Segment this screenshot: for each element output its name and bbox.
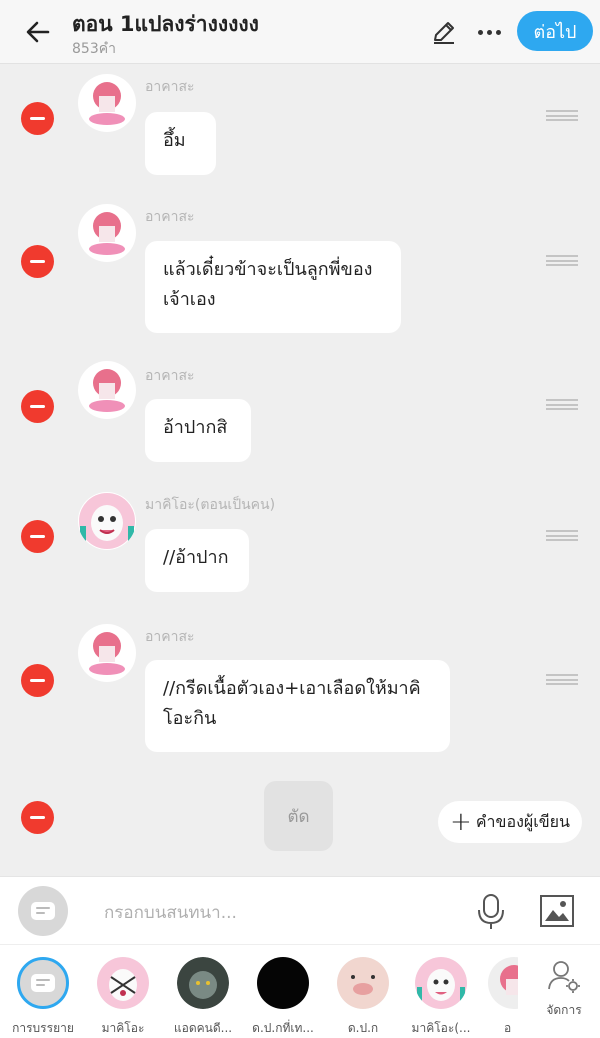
drag-handle[interactable]	[546, 530, 578, 541]
character-item[interactable]: อ	[488, 957, 518, 1038]
character-item[interactable]: ด.ป.ก	[330, 957, 396, 1038]
remove-message-button[interactable]	[21, 102, 54, 135]
author-note-button[interactable]: + คำของผู้เขียน	[438, 801, 582, 843]
character-bar: การบรรยาย มาคิโอะ แอดคนดี... ด.ป.กที่เท.…	[0, 944, 600, 1038]
akaza-avatar	[78, 204, 136, 262]
character-label: ด.ป.กที่เท...	[252, 1021, 314, 1035]
manage-characters-button[interactable]: จัดการ	[536, 959, 592, 1020]
manage-label: จัดการ	[546, 1003, 582, 1017]
character-narration[interactable]: การบรรยาย	[10, 957, 76, 1038]
character-label: อ	[504, 1021, 512, 1035]
back-button[interactable]	[20, 14, 56, 50]
cut-button[interactable]: ตัด	[264, 781, 333, 851]
drag-handle[interactable]	[546, 255, 578, 266]
next-button[interactable]: ต่อไป	[517, 11, 593, 51]
remove-message-button[interactable]	[21, 390, 54, 423]
message-bubble[interactable]: //กรีดเนื้อตัวเอง+เอาเลือดให้มาคิโอะกิน	[145, 660, 450, 752]
message-bubble[interactable]: อ้าปากสิ	[145, 399, 251, 462]
character-avatar	[415, 957, 467, 1009]
narration-toggle-button[interactable]	[18, 886, 68, 936]
more-button[interactable]	[472, 18, 506, 46]
character-item[interactable]: แอดคนดี...	[170, 957, 236, 1038]
image-icon	[540, 895, 574, 927]
top-bar: ตอน 1แปลงร่างงงงง 853คำ ต่อไป	[0, 0, 600, 64]
remove-message-button[interactable]	[21, 664, 54, 697]
message-bubble[interactable]: แล้วเดี๋ยวข้าจะเป็นลูกพี่ของเจ้าเอง	[145, 241, 401, 333]
message-input[interactable]: กรอกบนสนทนา...	[104, 899, 237, 926]
word-count: 853คำ	[72, 41, 116, 57]
character-item[interactable]: มาคิโอะ	[90, 957, 156, 1038]
message-bubble[interactable]: //อ้าปาก	[145, 529, 249, 592]
message-bubble[interactable]: อึ้ม	[145, 112, 216, 175]
speaker-name: มาคิโอะ(ตอนเป็นคน)	[145, 497, 276, 513]
speaker-name: อาคาสะ	[145, 629, 195, 645]
drag-handle[interactable]	[546, 110, 578, 121]
character-label: การบรรยาย	[12, 1021, 74, 1035]
insert-image-button[interactable]	[539, 893, 575, 929]
character-label: มาคิโอะ(...	[411, 1021, 471, 1035]
character-item[interactable]: ด.ป.กที่เท...	[250, 957, 316, 1038]
akaza-avatar	[78, 74, 136, 132]
remove-message-button[interactable]	[21, 520, 54, 553]
edit-button[interactable]	[430, 18, 458, 46]
more-dots-icon	[477, 29, 483, 35]
character-item[interactable]: มาคิโอะ(...	[408, 957, 474, 1038]
remove-message-button[interactable]	[21, 801, 54, 834]
chat-bubble-icon	[31, 902, 55, 920]
microphone-button[interactable]	[474, 893, 508, 931]
makio-avatar	[78, 492, 136, 550]
microphone-icon	[478, 894, 504, 929]
akaza-avatar	[78, 361, 136, 419]
user-settings-icon	[548, 961, 580, 993]
drag-handle[interactable]	[546, 399, 578, 410]
author-note-label: คำของผู้เขียน	[475, 811, 570, 831]
character-avatar	[97, 957, 149, 1009]
character-label: มาคิโอะ	[101, 1021, 145, 1035]
drag-handle[interactable]	[546, 674, 578, 685]
pencil-icon	[434, 22, 454, 44]
akaza-avatar	[78, 624, 136, 682]
character-avatar	[488, 957, 518, 1009]
character-label: ด.ป.ก	[347, 1021, 379, 1035]
character-avatar	[257, 957, 309, 1009]
speaker-name: อาคาสะ	[145, 79, 195, 95]
character-avatar	[177, 957, 229, 1009]
narration-icon	[17, 957, 69, 1009]
plus-icon: +	[450, 807, 472, 837]
arrow-left-icon	[26, 21, 50, 43]
remove-message-button[interactable]	[21, 245, 54, 278]
character-label: แอดคนดี...	[173, 1021, 233, 1035]
character-avatar	[337, 957, 389, 1009]
speaker-name: อาคาสะ	[145, 368, 195, 384]
episode-title: ตอน 1แปลงร่างงงงง	[72, 12, 259, 36]
message-input-bar: กรอกบนสนทนา...	[0, 876, 600, 944]
speaker-name: อาคาสะ	[145, 209, 195, 225]
